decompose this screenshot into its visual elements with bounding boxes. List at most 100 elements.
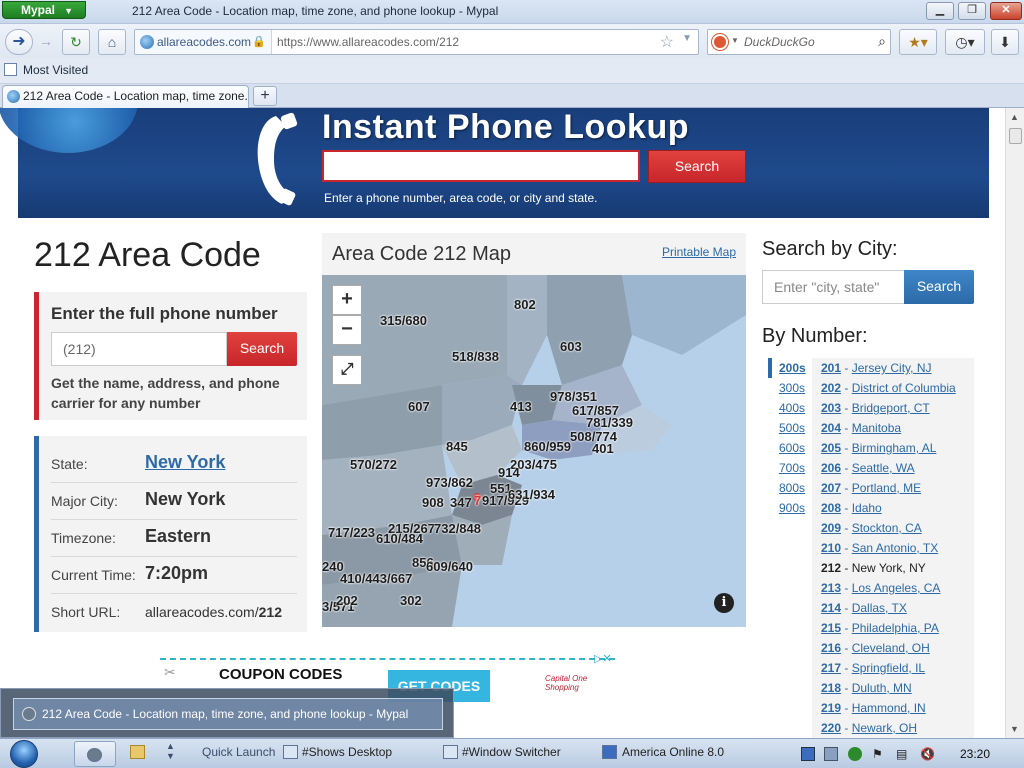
window-switcher-item[interactable]: #Window Switcher: [462, 745, 561, 759]
fullscreen-button[interactable]: ⤢: [332, 355, 362, 385]
area-code-link-202[interactable]: 202 - District of Columbia: [821, 378, 974, 398]
aol-item[interactable]: America Online 8.0: [622, 745, 724, 759]
explorer-folder-icon[interactable]: [130, 745, 145, 759]
mypal-icon: [22, 707, 36, 721]
map-label-area-code: 845: [446, 439, 468, 454]
scroll-down-icon[interactable]: ▼: [1010, 724, 1019, 734]
range-link-200s[interactable]: 200s: [768, 358, 812, 378]
area-code-link-218[interactable]: 218 - Duluth, MN: [821, 678, 974, 698]
start-button[interactable]: [4, 740, 44, 768]
area-code-number: 212: [821, 561, 842, 575]
back-button[interactable]: ➜: [5, 29, 33, 55]
action-center-flag-icon[interactable]: ⚑: [872, 747, 886, 761]
maximize-button[interactable]: ❐: [958, 2, 986, 20]
full-phone-input[interactable]: (212): [51, 332, 227, 366]
area-code-link-217[interactable]: 217 - Springfield, IL: [821, 658, 974, 678]
range-link-800s[interactable]: 800s: [768, 478, 812, 498]
area-code-link-212[interactable]: 212 - New York, NY: [821, 558, 974, 578]
preview-title: 212 Area Code - Location map, time zone,…: [42, 707, 409, 721]
area-code-number: 216: [821, 641, 842, 655]
area-code-link-208[interactable]: 208 - Idaho: [821, 498, 974, 518]
area-code-map[interactable]: + − ⤢ 315/680 802 518/838 603 978/351 617/857…: [322, 275, 746, 627]
tray-window-icon[interactable]: [824, 747, 838, 761]
area-code-number: 201: [821, 361, 842, 375]
area-code-link-210[interactable]: 210 - San Antonio, TX: [821, 538, 974, 558]
vertical-scrollbar[interactable]: ▲ ▼: [1005, 108, 1024, 738]
window-switcher-icon[interactable]: [443, 745, 458, 759]
area-code-link-209[interactable]: 209 - Stockton, CA: [821, 518, 974, 538]
reload-button[interactable]: ↻: [62, 29, 90, 55]
area-code-link-206[interactable]: 206 - Seattle, WA: [821, 458, 974, 478]
map-label-area-code: 347: [450, 495, 472, 510]
site-identity-box[interactable]: allareacodes.com 🔒: [135, 30, 272, 54]
home-button[interactable]: ⌂: [98, 29, 126, 55]
most-visited-bookmark[interactable]: Most Visited: [4, 63, 88, 77]
taskbar-preview[interactable]: 212 Area Code - Location map, time zone,…: [0, 688, 454, 738]
area-code-city: Springfield, IL: [851, 661, 926, 675]
area-code-link-204[interactable]: 204 - Manitoba: [821, 418, 974, 438]
tray-shield-icon[interactable]: [848, 747, 862, 761]
close-window-button[interactable]: ✕: [990, 2, 1022, 20]
network-icon[interactable]: ▤: [896, 747, 910, 761]
app-menu-button[interactable]: Mypal ▼: [2, 1, 86, 19]
area-code-link-214[interactable]: 214 - Dallas, TX: [821, 598, 974, 618]
taskbar-mypal-button[interactable]: [74, 741, 116, 767]
range-link-700s[interactable]: 700s: [768, 458, 812, 478]
area-code-link-203[interactable]: 203 - Bridgeport, CT: [821, 398, 974, 418]
ad-choices-icon[interactable]: ▷✕: [594, 652, 612, 665]
downloads-button[interactable]: ⬇: [991, 29, 1019, 55]
quick-launch-scroll-icon[interactable]: ▲ ▼: [166, 741, 175, 761]
new-tab-button[interactable]: +: [253, 86, 277, 106]
area-code-number: 204: [821, 421, 842, 435]
bookmarks-button[interactable]: ★▾: [899, 29, 937, 55]
city-search-button[interactable]: Search: [904, 270, 974, 304]
tab-active[interactable]: 212 Area Code - Location map, time zone.…: [2, 85, 249, 108]
clock[interactable]: 23:20: [960, 747, 990, 761]
area-code-link-216[interactable]: 216 - Cleveland, OH: [821, 638, 974, 658]
forward-button[interactable]: →: [35, 29, 57, 55]
bookmark-star-icon[interactable]: ☆: [660, 32, 674, 52]
volume-muted-icon[interactable]: 🔇: [920, 747, 935, 761]
zoom-in-button[interactable]: +: [332, 285, 362, 315]
area-code-link-205[interactable]: 205 - Birmingham, AL: [821, 438, 974, 458]
url-dropdown-icon[interactable]: ▼: [682, 33, 692, 44]
minimize-button[interactable]: ▁: [926, 2, 954, 20]
show-desktop-icon[interactable]: [283, 745, 298, 759]
history-button[interactable]: ◷▾: [945, 29, 985, 55]
printable-map-link[interactable]: Printable Map: [662, 245, 736, 259]
scroll-thumb[interactable]: [1009, 128, 1022, 144]
phone-search-button[interactable]: Search: [227, 332, 297, 366]
range-link-500s[interactable]: 500s: [768, 418, 812, 438]
lookup-search-button[interactable]: Search: [648, 150, 746, 183]
search-icon[interactable]: ⌕: [878, 33, 886, 50]
fullscreen-icon: ⤢: [340, 361, 354, 378]
scroll-up-icon[interactable]: ▲: [1010, 112, 1019, 122]
area-code-link-207[interactable]: 207 - Portland, ME: [821, 478, 974, 498]
home-icon: ⌂: [107, 34, 117, 50]
phone-handset-icon: [257, 112, 298, 206]
area-code-link-201[interactable]: 201 - Jersey City, NJ: [821, 358, 974, 378]
phone-lookup-input[interactable]: [322, 150, 640, 182]
engine-dropdown-icon[interactable]: ▼: [731, 36, 739, 45]
area-code-link-215[interactable]: 215 - Philadelphia, PA: [821, 618, 974, 638]
address-bar[interactable]: allareacodes.com 🔒 https://www.allareacod…: [134, 29, 699, 55]
range-link-900s[interactable]: 900s: [768, 498, 812, 518]
area-code-list: 201 - Jersey City, NJ 202 - District of C…: [812, 358, 974, 738]
tray-aol-icon[interactable]: [801, 747, 815, 761]
range-link-300s[interactable]: 300s: [768, 378, 812, 398]
phone-box-title: Enter the full phone number: [51, 304, 278, 323]
aol-icon[interactable]: [602, 745, 617, 759]
area-code-link-219[interactable]: 219 - Hammond, IN: [821, 698, 974, 718]
zoom-out-button[interactable]: −: [332, 315, 362, 345]
range-link-400s[interactable]: 400s: [768, 398, 812, 418]
navigation-toolbar: ➜ → ↻ ⌂ allareacodes.com 🔒 https://www.al…: [0, 24, 1024, 58]
search-bar[interactable]: ▼ DuckDuckGo ⌕: [707, 29, 891, 55]
area-code-link-213[interactable]: 213 - Los Angeles, CA: [821, 578, 974, 598]
map-info-icon[interactable]: i: [714, 593, 734, 613]
city-search-input[interactable]: Enter "city, state": [762, 270, 905, 304]
shows-desktop-item[interactable]: #Shows Desktop: [302, 745, 392, 759]
preview-item[interactable]: 212 Area Code - Location map, time zone,…: [13, 698, 443, 730]
area-code-link-220[interactable]: 220 - Newark, OH: [821, 718, 974, 738]
range-link-600s[interactable]: 600s: [768, 438, 812, 458]
state-link[interactable]: New York: [145, 452, 225, 473]
